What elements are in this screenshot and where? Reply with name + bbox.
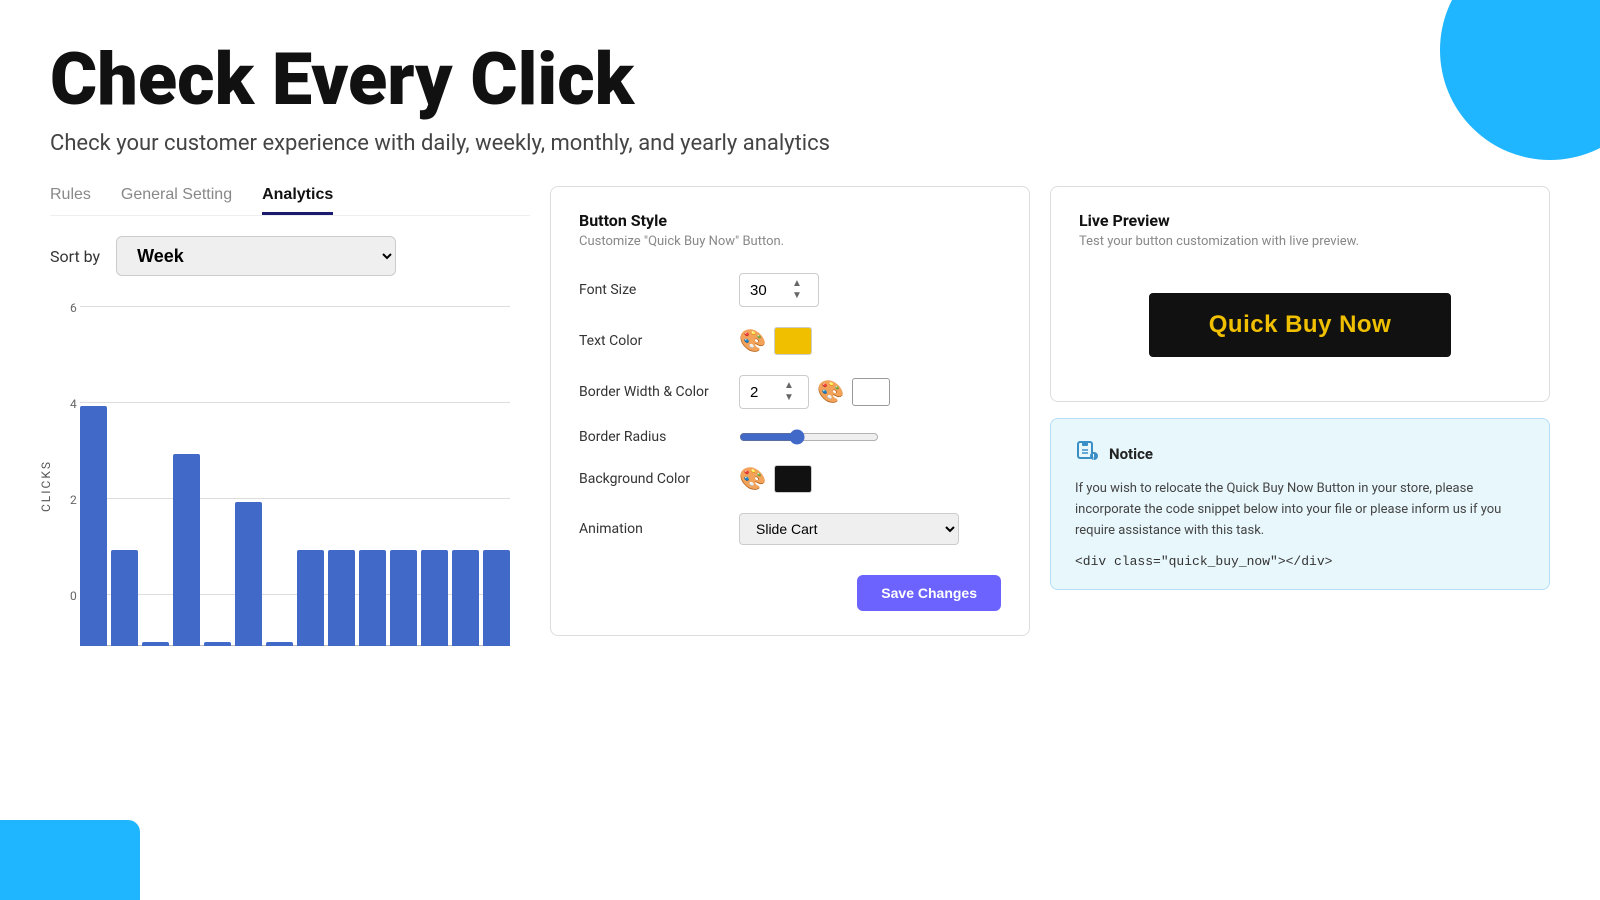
bar-3 bbox=[142, 642, 169, 646]
live-preview-panel: Live Preview Test your button customizat… bbox=[1050, 186, 1550, 402]
page-subtitle: Check your customer experience with dail… bbox=[50, 131, 1550, 156]
preview-button-wrapper: Quick Buy Now bbox=[1079, 273, 1521, 377]
font-size-row: Font Size ▲ ▼ bbox=[579, 273, 1001, 307]
y-tick-4: 4 bbox=[70, 397, 77, 411]
bg-color-label: Background Color bbox=[579, 471, 739, 487]
bar-14 bbox=[483, 550, 510, 646]
y-tick-0: 0 bbox=[70, 589, 77, 603]
analytics-panel: Rules General Setting Analytics Sort by … bbox=[50, 186, 530, 676]
notice-icon: ! bbox=[1075, 439, 1099, 469]
bg-color-swatch[interactable] bbox=[774, 465, 812, 493]
border-color-swatch[interactable] bbox=[852, 378, 890, 406]
border-control: ▲ ▼ 🎨 bbox=[739, 375, 890, 409]
live-preview-title: Live Preview bbox=[1079, 211, 1521, 230]
bg-color-control: 🎨 bbox=[739, 465, 812, 493]
font-size-label: Font Size bbox=[579, 282, 739, 298]
button-style-panel: Button Style Customize "Quick Buy Now" B… bbox=[550, 186, 1030, 636]
border-radius-row: Border Radius bbox=[579, 429, 1001, 445]
bar-4 bbox=[173, 454, 200, 646]
bar-2 bbox=[111, 550, 138, 646]
sort-select[interactable]: Week Day Month Year bbox=[116, 236, 396, 276]
notice-body: If you wish to relocate the Quick Buy No… bbox=[1075, 479, 1525, 541]
svg-text:!: ! bbox=[1093, 454, 1095, 462]
right-panel: Live Preview Test your button customizat… bbox=[1050, 186, 1550, 589]
animation-label: Animation bbox=[579, 521, 739, 537]
font-size-input-box[interactable]: ▲ ▼ bbox=[739, 273, 819, 307]
quick-buy-now-preview-button[interactable]: Quick Buy Now bbox=[1149, 293, 1452, 357]
font-size-input[interactable] bbox=[750, 282, 786, 299]
border-radius-slider[interactable] bbox=[739, 429, 879, 445]
border-radius-control bbox=[739, 429, 879, 445]
bar-7 bbox=[266, 642, 293, 646]
tab-analytics[interactable]: Analytics bbox=[262, 186, 333, 215]
text-color-row: Text Color 🎨 bbox=[579, 327, 1001, 355]
bar-6 bbox=[235, 502, 262, 646]
font-size-spinners[interactable]: ▲ ▼ bbox=[792, 278, 802, 302]
bg-color-row: Background Color 🎨 bbox=[579, 465, 1001, 493]
sort-row: Sort by Week Day Month Year bbox=[50, 236, 530, 276]
save-button[interactable]: Save Changes bbox=[857, 575, 1001, 611]
nav-tabs: Rules General Setting Analytics bbox=[50, 186, 530, 216]
bar-9 bbox=[328, 550, 355, 646]
bar-12 bbox=[421, 550, 448, 646]
text-color-wheel-icon[interactable]: 🎨 bbox=[739, 329, 766, 354]
y-tick-6: 6 bbox=[70, 301, 77, 315]
chart-y-label: CLICKS bbox=[39, 460, 53, 512]
sort-label: Sort by bbox=[50, 247, 100, 266]
bar-11 bbox=[390, 550, 417, 646]
live-preview-subtitle: Test your button customization with live… bbox=[1079, 234, 1521, 249]
border-width-input-box[interactable]: ▲ ▼ bbox=[739, 375, 809, 409]
panel-subtitle: Customize "Quick Buy Now" Button. bbox=[579, 234, 1001, 249]
page-title: Check Every Click bbox=[50, 40, 1550, 119]
panel-title: Button Style bbox=[579, 211, 1001, 230]
font-size-control: ▲ ▼ bbox=[739, 273, 819, 307]
animation-control: Slide Cart Fade In Bounce None bbox=[739, 513, 959, 545]
bar-13 bbox=[452, 550, 479, 646]
y-tick-2: 2 bbox=[70, 493, 77, 507]
bar-5 bbox=[204, 642, 231, 646]
text-color-label: Text Color bbox=[579, 333, 739, 349]
notice-header: ! Notice bbox=[1075, 439, 1525, 469]
border-radius-label: Border Radius bbox=[579, 429, 739, 445]
animation-select[interactable]: Slide Cart Fade In Bounce None bbox=[739, 513, 959, 545]
text-color-swatch[interactable] bbox=[774, 327, 812, 355]
bar-8 bbox=[297, 550, 324, 646]
notice-panel: ! Notice If you wish to relocate the Qui… bbox=[1050, 418, 1550, 589]
bar-1 bbox=[80, 406, 107, 646]
tab-rules[interactable]: Rules bbox=[50, 186, 91, 215]
animation-row: Animation Slide Cart Fade In Bounce None bbox=[579, 513, 1001, 545]
tab-general-setting[interactable]: General Setting bbox=[121, 186, 232, 215]
notice-code: <div class="quick_buy_now"></div> bbox=[1075, 554, 1525, 569]
chart-container: CLICKS 6 4 2 0 bbox=[50, 296, 510, 676]
border-row: Border Width & Color ▲ ▼ 🎨 bbox=[579, 375, 1001, 409]
chart-bars bbox=[80, 306, 510, 646]
bar-10 bbox=[359, 550, 386, 646]
border-label: Border Width & Color bbox=[579, 384, 739, 400]
panel-footer: Save Changes bbox=[579, 575, 1001, 611]
decorative-rect bbox=[0, 820, 140, 900]
border-width-input[interactable] bbox=[750, 384, 778, 401]
border-width-spinners[interactable]: ▲ ▼ bbox=[784, 380, 794, 404]
text-color-control: 🎨 bbox=[739, 327, 812, 355]
notice-title: Notice bbox=[1109, 445, 1153, 463]
bg-color-wheel-icon[interactable]: 🎨 bbox=[739, 467, 766, 492]
border-color-wheel-icon[interactable]: 🎨 bbox=[817, 380, 844, 405]
